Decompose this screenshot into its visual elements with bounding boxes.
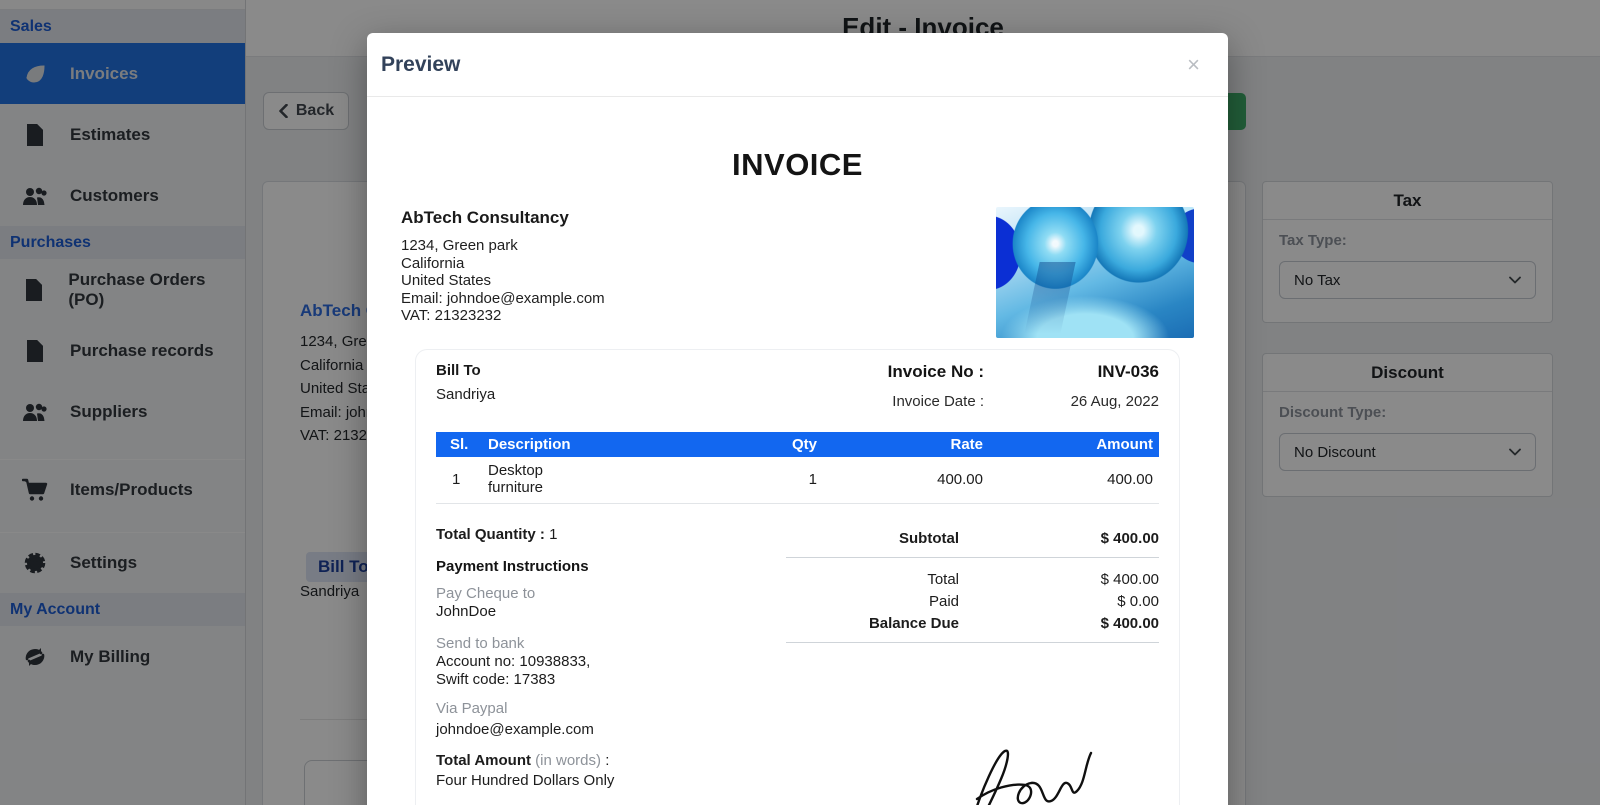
invoice-detail-section: Bill To Sandriya Invoice No : INV-036 In… [415, 349, 1180, 805]
amount-in-words-muted: (in words) [535, 752, 602, 770]
invoice-no-label: Invoice No : [887, 362, 984, 381]
amount-in-words-bold: Total Amount [436, 752, 531, 770]
table-row: 1 Desktop furniture 1 400.00 400.00 [436, 457, 1159, 504]
paypal-label: Via Paypal [436, 699, 508, 717]
paypal-email: johndoe@example.com [436, 720, 594, 738]
line-items-table: Sl. Description Qty Rate Amount 1 Deskto… [436, 432, 1159, 504]
total-label: Total [927, 571, 959, 588]
invoice-no-value: INV-036 [1097, 362, 1159, 381]
amount-in-words-colon: : [605, 752, 610, 770]
invoice-date-value: 26 Aug, 2022 [1070, 393, 1159, 410]
col-sl: Sl. [436, 432, 482, 457]
preview-modal: Preview × INVOICE AbTech Consultancy 123… [367, 33, 1228, 805]
balance-due-label: Balance Due [868, 615, 959, 632]
totals-divider [785, 557, 1159, 571]
cell-sl: 1 [436, 457, 482, 504]
bank-label: Send to bank [436, 634, 525, 652]
cell-description: Desktop furniture [482, 457, 543, 504]
total-quantity-value: 1 [549, 526, 558, 543]
invoice-address-line: 1234, Green park [401, 237, 518, 254]
invoice-address-line: United States [401, 272, 492, 290]
bill-to-block: Bill To Sandriya [436, 362, 495, 410]
invoice-company-name: AbTech Consultancy [401, 208, 569, 227]
total-quantity-label: Total Quantity : [436, 526, 545, 543]
paid-row: Paid $ 0.00 [786, 593, 1159, 611]
cell-amount: 400.00 [989, 457, 1159, 504]
table-header-row: Sl. Description Qty Rate Amount [436, 432, 1159, 457]
balance-due-row: Balance Due $ 400.00 [786, 615, 1159, 633]
subtotal-label: Subtotal [899, 530, 959, 547]
modal-title: Preview [381, 52, 461, 76]
subtotal-value: $ 400.00 [1100, 530, 1159, 547]
app-window: Sales Invoices Estimates Customers Purch… [0, 0, 1600, 805]
total-quantity: Total Quantity : 1 [436, 526, 786, 543]
total-value: $ 400.00 [1100, 571, 1159, 588]
cell-qty: 1 [509, 457, 839, 504]
bank-swift-line: Swift code: 17383 [436, 671, 556, 689]
invoice-address-line: California [401, 254, 465, 272]
company-logo-image [996, 207, 1194, 338]
cell-rate: 400.00 [839, 457, 989, 504]
bill-to-label: Bill To [436, 362, 481, 379]
invoice-company-block: AbTech Consultancy 1234, Green park Cali… [401, 207, 605, 338]
col-amount: Amount [989, 432, 1159, 457]
invoice-date-label: Invoice Date : [892, 393, 984, 410]
invoice-address-line: VAT: 21323232 [401, 307, 502, 325]
close-icon[interactable]: × [1187, 53, 1200, 76]
signature-image [975, 749, 1093, 805]
paid-label: Paid [928, 593, 959, 610]
cheque-name: JohnDoe [436, 603, 497, 620]
col-rate: Rate [839, 432, 989, 457]
amount-in-words-label: Total Amount (in words) : [436, 752, 786, 769]
paid-value: $ 0.00 [1117, 593, 1159, 610]
subtotal-row: Subtotal $ 400.00 [786, 530, 1159, 548]
payment-instructions-heading: Payment Instructions [436, 558, 589, 575]
invoice-heading: INVOICE [732, 147, 863, 182]
col-description: Description [482, 432, 571, 457]
amount-in-words-text: Four Hundred Dollars Only [436, 772, 615, 790]
modal-header: Preview × [367, 33, 1228, 97]
bill-to-customer: Sandriya [436, 386, 496, 403]
invoice-preview: INVOICE AbTech Consultancy 1234, Green p… [367, 147, 1228, 805]
total-row: Total $ 400.00 [786, 571, 1159, 589]
balance-due-value: $ 400.00 [1100, 615, 1159, 632]
bank-account-line: Account no: 10938833, [436, 652, 591, 670]
invoice-meta-block: Invoice No : INV-036 Invoice Date : 26 A… [888, 362, 1159, 410]
cheque-label: Pay Cheque to [436, 585, 536, 602]
invoice-address-line: Email: johndoe@example.com [401, 289, 605, 307]
totals-divider [785, 642, 1159, 656]
